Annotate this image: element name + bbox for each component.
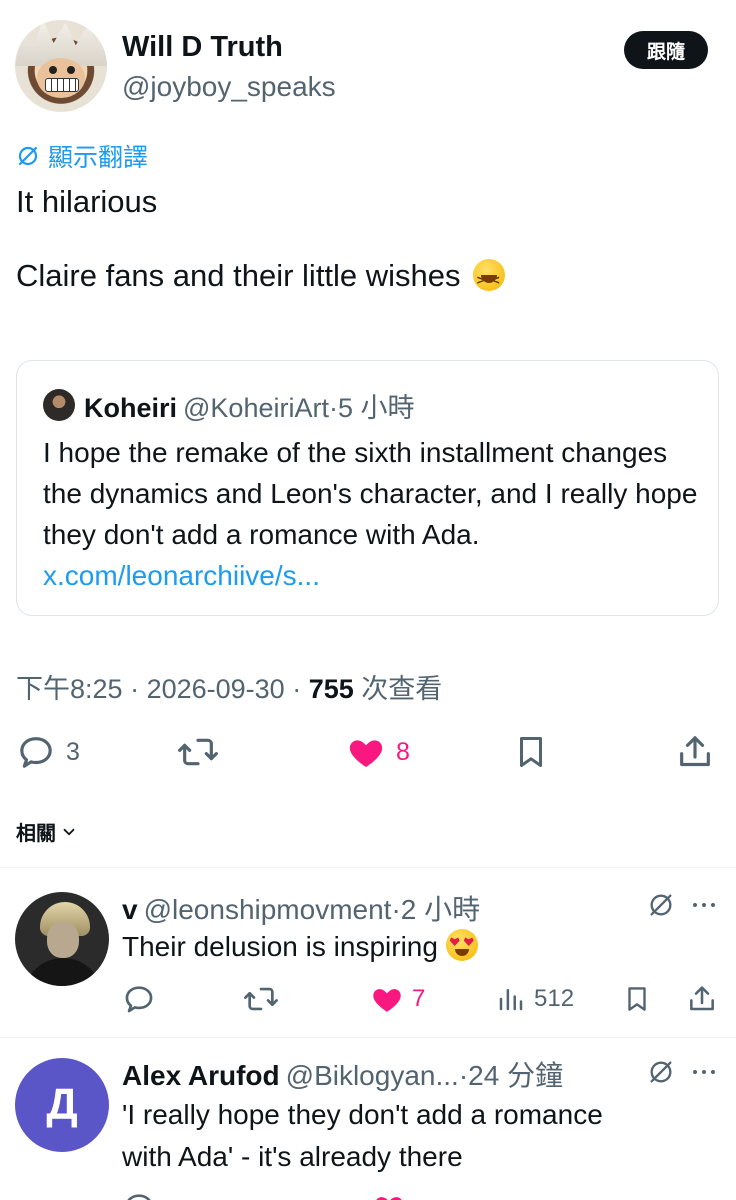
reply-icon (20, 737, 52, 768)
tweet-date: 2026-09-30 (146, 674, 285, 704)
like-button[interactable]: 8 (346, 730, 410, 774)
reply-author-name[interactable]: v (122, 894, 138, 926)
reply-icon (125, 986, 153, 1013)
heart-icon (349, 740, 383, 767)
reply-text: 'I really hope they don't add a romance … (122, 1094, 603, 1178)
bookmark-icon (628, 987, 646, 1011)
chevron-down-icon (63, 828, 75, 835)
reply-text-body: Their delusion is inspiring (122, 931, 438, 962)
quoted-author-handle: @KoheiriArt (183, 393, 329, 423)
divider (0, 1037, 736, 1038)
reply-author-handle[interactable]: @Biklogyan... (286, 1060, 459, 1091)
reply-author-name[interactable]: Alex Arufod (122, 1060, 280, 1092)
tweet-text-line1: It hilarious (16, 184, 158, 219)
quoted-author-avatar (43, 389, 75, 421)
author-avatar[interactable] (15, 20, 107, 112)
quoted-tweet-time: 5 小時 (337, 393, 415, 423)
views-count: 755 (308, 674, 354, 704)
analytics-icon (499, 989, 523, 1011)
more-options-icon[interactable] (690, 1060, 718, 1084)
smiling-face-with-heart-eyes-emoji (445, 929, 478, 961)
quoted-tweet-header: Koheiri @KoheiriArt·5 小時 (84, 393, 415, 423)
show-translation-label: 顯示翻譯 (48, 144, 149, 172)
grinning-squinting-face-emoji (473, 259, 506, 299)
reply-header: Alex Arufod @Biklogyan...·24 分鐘 (122, 1060, 564, 1092)
share-button[interactable] (675, 730, 715, 774)
reply-time: 2 小時 (400, 894, 481, 925)
retweet-icon (244, 987, 278, 1011)
reply-actions (122, 1190, 722, 1200)
translate-icon (18, 146, 38, 166)
retweet-icon (178, 738, 218, 766)
quoted-tweet-body: I hope the remake of the sixth installme… (43, 437, 698, 550)
quoted-author-name: Koheiri (84, 393, 178, 423)
reply-share-button[interactable] (686, 982, 718, 1016)
share-icon (690, 986, 714, 1011)
tweet-meta: 下午8:25 · 2026-09-30 · 755 次查看 (16, 674, 443, 704)
author-handle[interactable]: @joyboy_speaks (122, 71, 336, 103)
reply-header: v @leonshipmovment·2 小時 (122, 894, 481, 926)
show-translation-link[interactable]: 顯示翻譯 (16, 138, 148, 174)
reply-text-line2: with Ada' - it's already there (122, 1141, 463, 1172)
reply-avatar[interactable]: Д (15, 1058, 109, 1152)
reply-actions: 7 512 (122, 982, 722, 1018)
related-label: 相關 (16, 823, 56, 845)
translate-icon[interactable] (647, 891, 675, 919)
quoted-tweet-text: I hope the remake of the sixth installme… (43, 432, 703, 596)
tweet-text: It hilarious Claire fans and their littl… (16, 183, 506, 299)
reply-time: 24 分鐘 (468, 1060, 564, 1091)
tweet-time: 下午8:25 (16, 674, 123, 704)
heart-icon (373, 989, 401, 1012)
reply-like-button[interactable]: 7 (370, 982, 425, 1016)
heart-icon[interactable] (372, 1190, 406, 1200)
reply-button[interactable]: 3 (16, 730, 80, 774)
translate-icon[interactable] (647, 1058, 675, 1086)
bookmark-icon (519, 737, 543, 767)
retweet-button[interactable] (176, 730, 220, 774)
divider (0, 867, 736, 868)
tweet-text-line2: Claire fans and their little wishes (16, 258, 461, 293)
views-label: 次查看 (361, 674, 443, 704)
reply-views-button[interactable]: 512 (496, 982, 574, 1016)
reply-text-line1: 'I really hope they don't add a romance (122, 1099, 603, 1130)
related-dropdown[interactable]: 相關 (16, 817, 78, 846)
author-name[interactable]: Will D Truth (122, 31, 283, 64)
reply-reply-button[interactable] (122, 982, 156, 1016)
more-options-icon[interactable] (690, 893, 718, 917)
reply-author-handle[interactable]: @leonshipmovment (144, 894, 392, 925)
reply-text: Their delusion is inspiring (122, 926, 478, 968)
share-icon (680, 736, 710, 767)
bookmark-button[interactable] (512, 730, 550, 774)
reply-bookmark-button[interactable] (622, 982, 652, 1016)
reply-avatar[interactable] (15, 892, 109, 986)
reply-count: 3 (66, 737, 80, 766)
reply-views-count: 512 (534, 985, 575, 1012)
reply-icon[interactable] (122, 1190, 156, 1200)
reply-retweet-button[interactable] (242, 982, 280, 1016)
like-count: 8 (396, 737, 410, 766)
quoted-tweet-link[interactable]: x.com/leonarchiive/s... (43, 560, 320, 591)
follow-button[interactable]: 跟隨 (624, 31, 708, 69)
reply-like-count: 7 (412, 985, 426, 1012)
